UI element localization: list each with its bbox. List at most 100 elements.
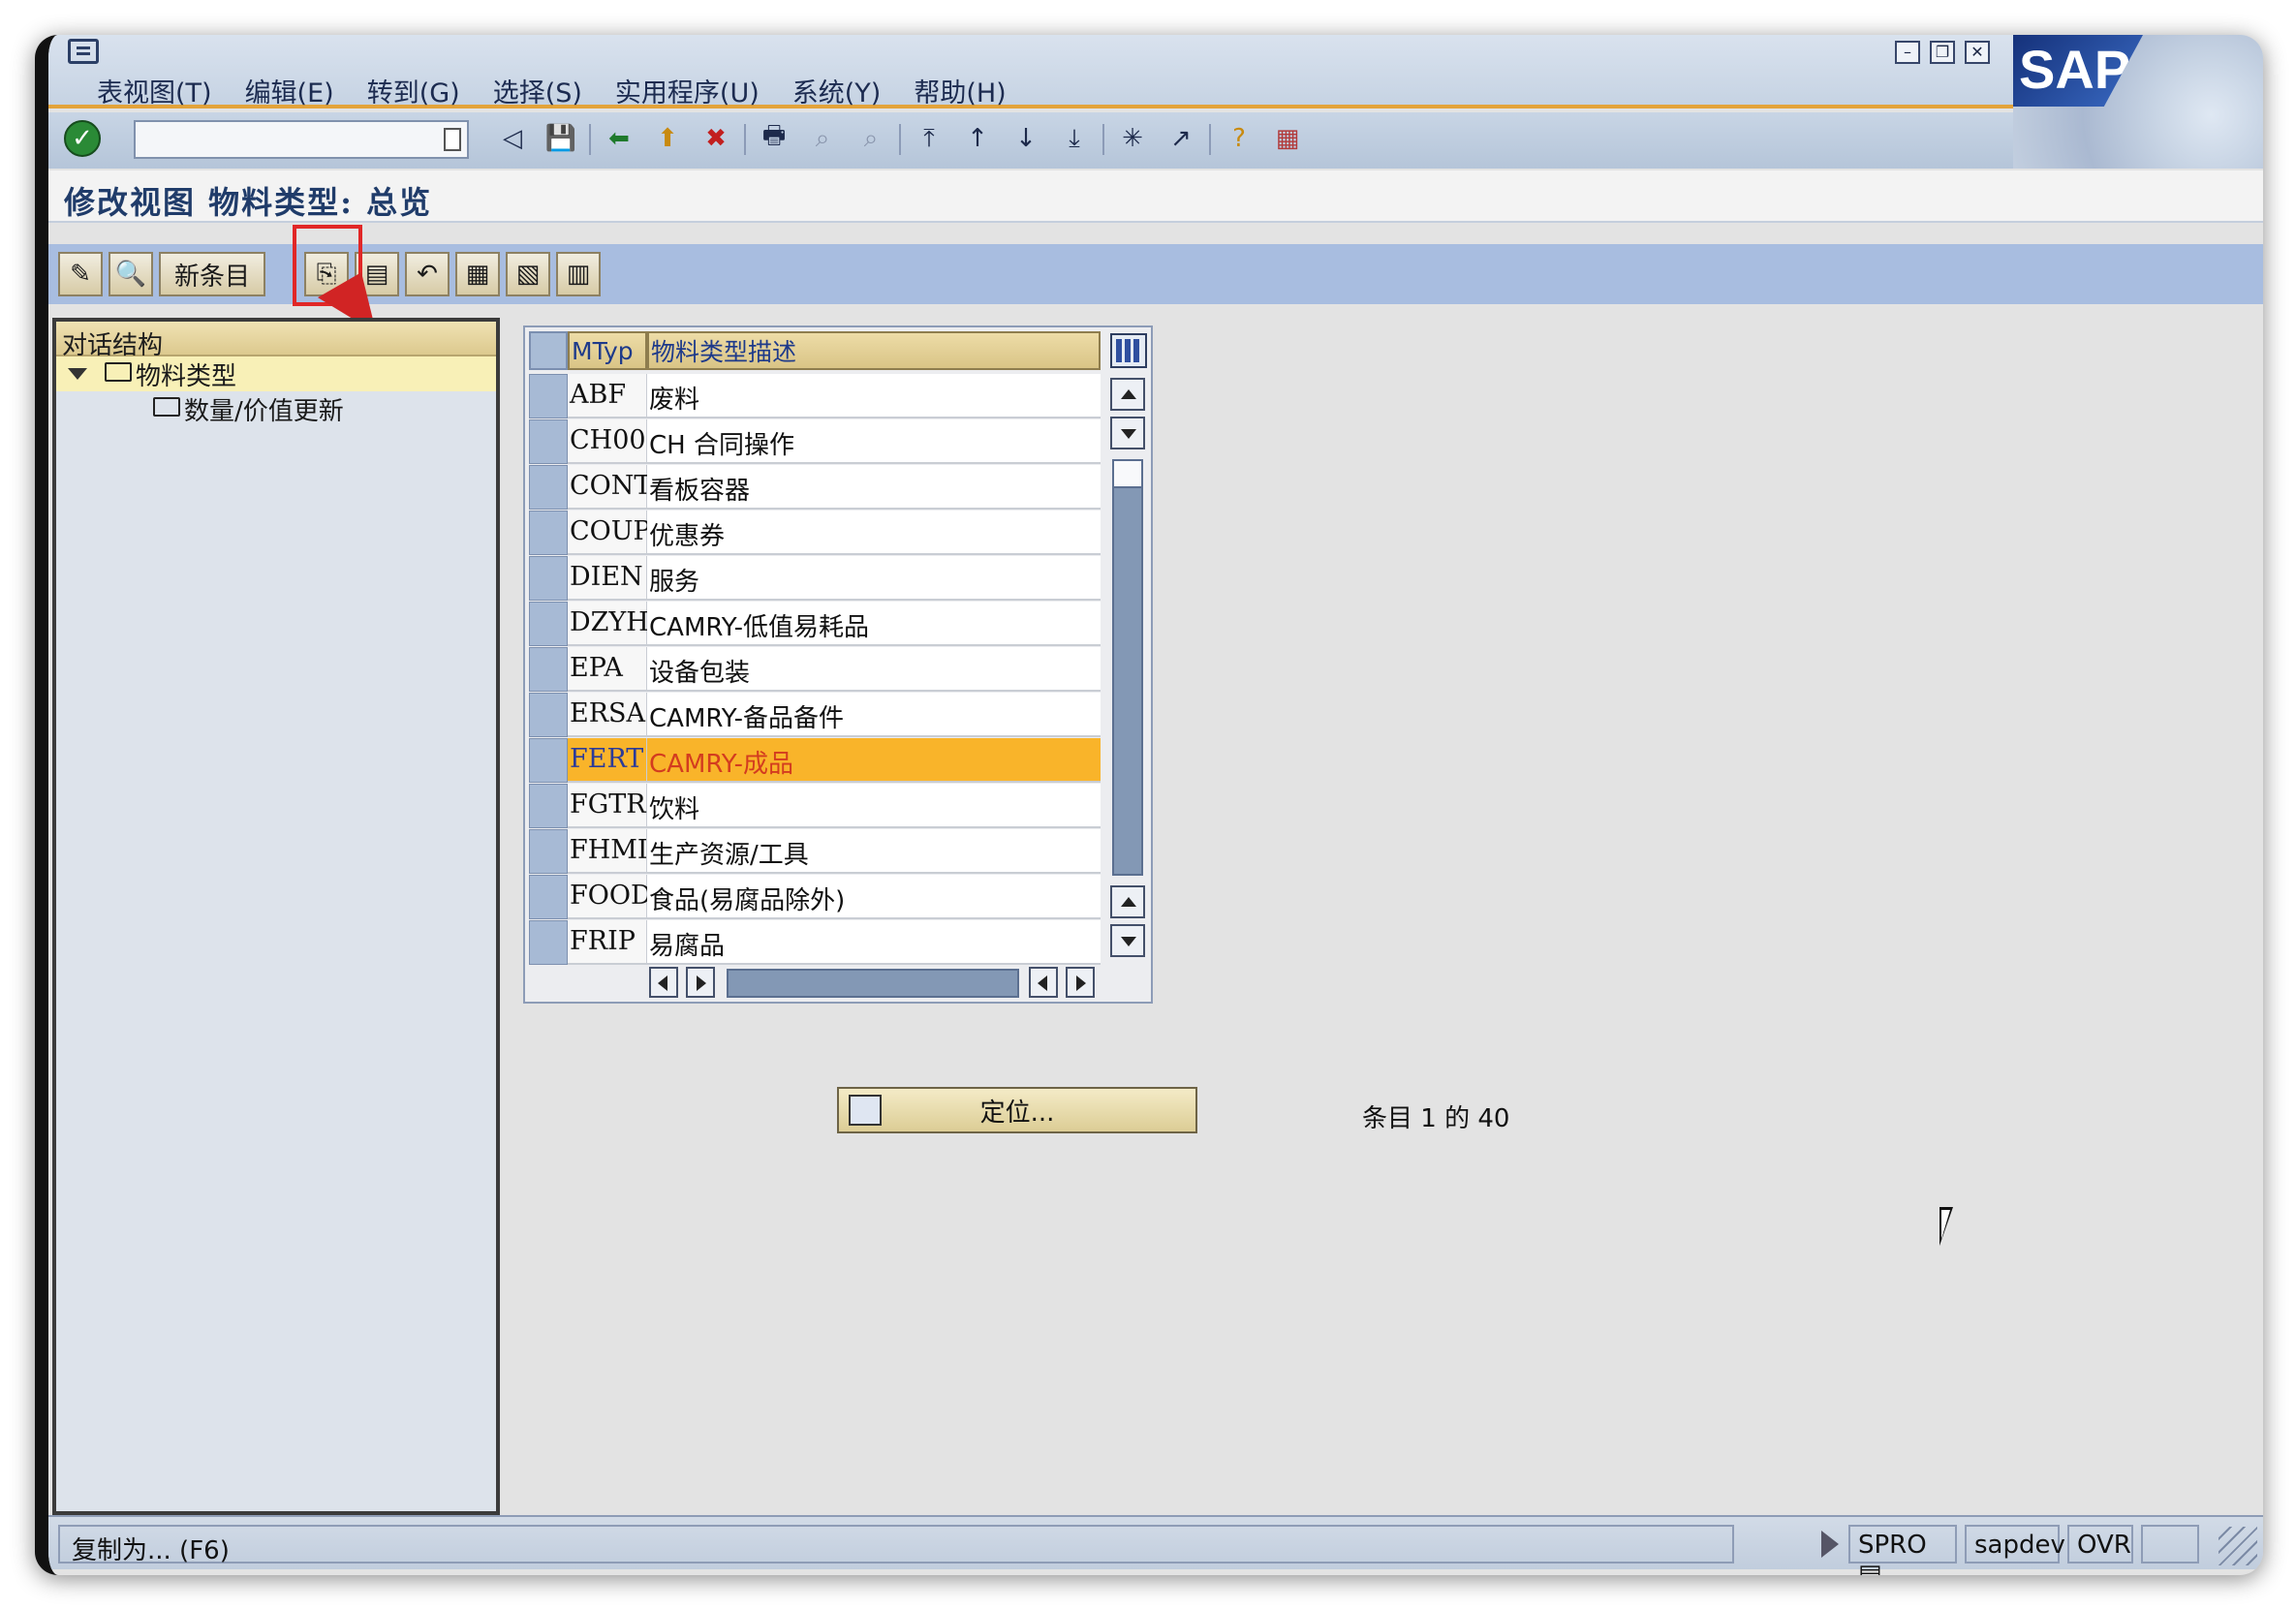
menu-help[interactable]: 帮助(H) [914,72,1006,109]
row-selector[interactable] [529,465,568,510]
status-mode[interactable]: OVR [2067,1525,2133,1564]
page-down-icon[interactable] [1110,924,1145,957]
scroll-down-icon[interactable] [1110,417,1145,449]
table-row[interactable]: FRIP 易腐品 [529,920,1101,965]
scroll-right-icon[interactable] [686,967,715,998]
back-icon[interactable]: ◁ [494,120,531,157]
menu-items: 表视图(T) 编辑(E) 转到(G) 选择(S) 实用程序(U) 系统(Y) 帮… [97,72,1007,109]
cell-code: CONT [568,465,651,510]
select-all-icon[interactable]: ▦ [455,252,500,296]
row-selector[interactable] [529,419,568,464]
new-session-icon[interactable]: ✳ [1114,120,1151,157]
mouse-cursor-icon [1939,1207,1953,1246]
table-row[interactable]: FOOD 食品(易腐品除外) [529,875,1101,919]
page-title-bar: 修改视图 物料类型: 总览 [48,170,2263,223]
scroll-up-icon[interactable] [1110,378,1145,411]
row-selector[interactable] [529,920,568,965]
row-selector[interactable] [529,602,568,646]
cell-description: 食品(易腐品除外) [647,875,1101,919]
scroll-left-icon[interactable] [1029,967,1058,998]
green-back-icon[interactable]: ⬅ [601,120,637,157]
table-row[interactable]: DZYH CAMRY-低值易耗品 [529,602,1101,646]
column-header-mtyp[interactable]: MTyp [568,331,647,370]
table-settings-icon[interactable] [1110,333,1147,368]
column-header-description[interactable]: 物料类型描述 [647,331,1101,370]
toolbar-separator [1102,124,1104,155]
toolbar-separator [1209,124,1211,155]
row-selector[interactable] [529,556,568,601]
table-row[interactable]: FHMI 生产资源/工具 [529,829,1101,874]
system-menu-icon[interactable] [68,39,99,64]
row-selector[interactable] [529,374,568,418]
close-icon[interactable]: ✕ [1965,41,1990,64]
table-row[interactable]: CONT 看板容器 [529,465,1101,510]
first-page-icon[interactable]: ⤒ [911,120,947,157]
table-row[interactable]: DIEN 服务 [529,556,1101,601]
cell-code: FRIP [568,920,647,965]
resize-grip-icon[interactable] [2218,1527,2257,1565]
position-button[interactable]: 定位... [837,1087,1197,1133]
command-field[interactable] [134,120,469,159]
new-entries-button[interactable]: 新条目 [159,252,265,296]
tree-node-qty-value-update[interactable]: 数量/价值更新 [56,391,496,426]
exit-icon[interactable]: ⬆ [649,120,686,157]
deselect-all-icon[interactable]: ▥ [556,252,601,296]
shortcut-icon[interactable]: ↗ [1163,120,1199,157]
row-selector[interactable] [529,693,568,737]
scroll-left-icon[interactable] [649,967,678,998]
row-selector[interactable] [529,829,568,874]
table-row[interactable]: FGTR 饮料 [529,784,1101,828]
row-selector[interactable] [529,784,568,828]
layout-icon[interactable]: ▦ [1269,120,1306,157]
tree-node-material-types[interactable]: 物料类型 [56,356,496,391]
table-row[interactable]: ABF 废料 [529,374,1101,418]
menu-goto[interactable]: 转到(G) [367,72,460,109]
horizontal-scroll-track[interactable] [727,969,1019,998]
scroll-thumb[interactable] [1112,459,1143,488]
next-page-icon[interactable]: ↓ [1008,120,1044,157]
other-view-icon[interactable]: 🔍 [109,252,153,296]
prev-page-icon[interactable]: ↑ [959,120,996,157]
cell-code: FOOD [568,875,652,919]
last-page-icon[interactable]: ⤓ [1056,120,1093,157]
status-expand-icon[interactable] [1821,1531,1839,1558]
menu-table-view[interactable]: 表视图(T) [97,72,212,109]
select-block-icon[interactable]: ▧ [506,252,550,296]
print-icon[interactable]: 🖶 [756,120,792,157]
table-row[interactable]: EPA 设备包装 [529,647,1101,692]
cell-code: DIEN [568,556,647,601]
enter-icon[interactable]: ✓ [64,120,101,157]
row-selector[interactable] [529,875,568,919]
system-info-icon[interactable]: ▤ [1858,1560,1882,1575]
menu-edit[interactable]: 编辑(E) [245,72,334,109]
table-row[interactable]: CH00 CH 合同操作 [529,419,1101,464]
horizontal-scrollbar[interactable] [649,967,1104,1000]
menu-selection[interactable]: 选择(S) [493,72,582,109]
expand-icon[interactable] [68,368,87,380]
vertical-scrollbar[interactable] [1110,378,1147,959]
command-history-icon[interactable] [444,128,461,151]
cell-code: FGTR [568,784,647,828]
help-icon[interactable]: ? [1221,120,1257,157]
display-change-icon[interactable]: ✎ [58,252,103,296]
select-all-rows[interactable] [529,331,568,370]
row-selector[interactable] [529,738,568,783]
scroll-track[interactable] [1112,459,1143,876]
table-row[interactable]: COUP 优惠券 [529,511,1101,555]
sap-logo: SAP [2013,35,2263,169]
entries-counter: 条目 1 的 40 [1362,1104,1510,1133]
menu-utilities[interactable]: 实用程序(U) [615,72,760,109]
table-row-selected[interactable]: FERT CAMRY-成品 [529,738,1101,783]
minimize-icon[interactable]: – [1895,41,1920,64]
restore-icon[interactable]: ❐ [1930,41,1955,64]
row-selector[interactable] [529,647,568,692]
cell-description: CAMRY-备品备件 [647,693,1101,737]
save-icon[interactable]: 💾 [543,120,579,157]
page-up-icon[interactable] [1110,885,1145,918]
undo-change-icon[interactable]: ↶ [405,252,450,296]
cancel-icon[interactable]: ✖ [698,120,734,157]
scroll-right-icon[interactable] [1066,967,1095,998]
row-selector[interactable] [529,511,568,555]
menu-system[interactable]: 系统(Y) [792,72,882,109]
table-row[interactable]: ERSA CAMRY-备品备件 [529,693,1101,737]
